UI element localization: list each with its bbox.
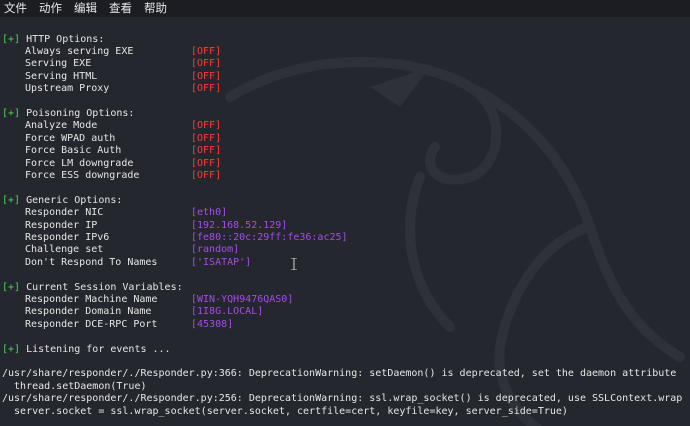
menu-item[interactable]: 动作 <box>33 0 68 17</box>
section-header: [+] Generic Options: <box>2 195 122 207</box>
option-value: [OFF] <box>191 132 222 144</box>
menu-item[interactable]: 帮助 <box>138 0 173 17</box>
section-header: [+] Poisoning Options: <box>2 108 134 120</box>
option-name: Upstream Proxy <box>25 83 110 95</box>
option-value: [random] <box>191 244 240 256</box>
option-name: Responder IPv6 <box>25 231 110 243</box>
status-tag: [+] <box>2 107 21 119</box>
option-value: [OFF] <box>191 169 222 181</box>
section-header: [+] HTTP Options: <box>2 34 104 46</box>
warning-line: /usr/share/responder/./Responder.py:366:… <box>2 368 677 380</box>
option-name: Responder NIC <box>25 207 104 219</box>
status-tag: [+] <box>2 281 21 293</box>
option-value: [WIN-YQH9476QAS0] <box>191 293 294 305</box>
option-name: Force ESS downgrade <box>25 169 140 181</box>
option-value: [OFF] <box>191 83 222 95</box>
menu-item[interactable]: 查看 <box>103 0 138 17</box>
option-name: Always serving EXE <box>25 45 134 57</box>
option-value: [OFF] <box>191 70 222 82</box>
option-name: Responder Machine Name <box>25 293 158 305</box>
option-name: Force WPAD auth <box>25 132 116 144</box>
option-value: [1I8G.LOCAL] <box>191 306 264 318</box>
option-value: [eth0] <box>191 207 228 219</box>
menu-item[interactable]: 编辑 <box>68 0 103 17</box>
option-name: Force Basic Auth <box>25 145 122 157</box>
option-name: Force LM downgrade <box>25 157 134 169</box>
option-name: Analyze Mode <box>25 120 98 132</box>
option-name: Responder Domain Name <box>25 306 152 318</box>
option-name: Responder IP <box>25 219 98 231</box>
section-title: Poisoning Options: <box>20 107 135 119</box>
text-cursor-icon <box>291 258 297 270</box>
option-value: [OFF] <box>191 45 222 57</box>
section-title: Generic Options: <box>20 194 123 206</box>
option-name: Don't Respond To Names <box>25 256 158 268</box>
option-value: [OFF] <box>191 58 222 70</box>
menu-bar: 文件 动作 编辑 查看 帮助 <box>0 0 690 17</box>
warning-line: /usr/share/responder/./Responder.py:256:… <box>2 393 683 405</box>
status-tag: [+] <box>2 194 21 206</box>
warning-line: server.socket = ssl.wrap_socket(server.s… <box>2 405 568 417</box>
option-value: [192.168.52.129] <box>191 219 288 231</box>
menu-item[interactable]: 文件 <box>0 0 33 17</box>
option-value: [OFF] <box>191 145 222 157</box>
terminal-output[interactable]: [+] HTTP Options: Always serving EXE [OFF]… <box>0 17 690 426</box>
option-value: ['ISATAP'] <box>191 256 252 268</box>
option-value: [OFF] <box>191 157 222 169</box>
section-title: HTTP Options: <box>20 33 105 45</box>
warning-line: thread.setDaemon(True) <box>2 380 147 392</box>
option-value: [fe80::20c:29ff:fe36:ac25] <box>191 231 348 243</box>
section-title: Current Session Variables: <box>20 281 183 293</box>
option-name: Serving EXE <box>25 58 92 70</box>
listening-line: [+] Listening for events ... <box>2 344 171 356</box>
option-name: Serving HTML <box>25 70 98 82</box>
option-name: Responder DCE-RPC Port <box>25 318 158 330</box>
listening-text: Listening for events ... <box>20 343 171 355</box>
status-tag: [+] <box>2 33 21 45</box>
section-header: [+] Current Session Variables: <box>2 282 183 294</box>
option-value: [OFF] <box>191 120 222 132</box>
status-tag: [+] <box>2 343 21 355</box>
option-name: Challenge set <box>25 244 104 256</box>
option-value: [45308] <box>191 318 234 330</box>
